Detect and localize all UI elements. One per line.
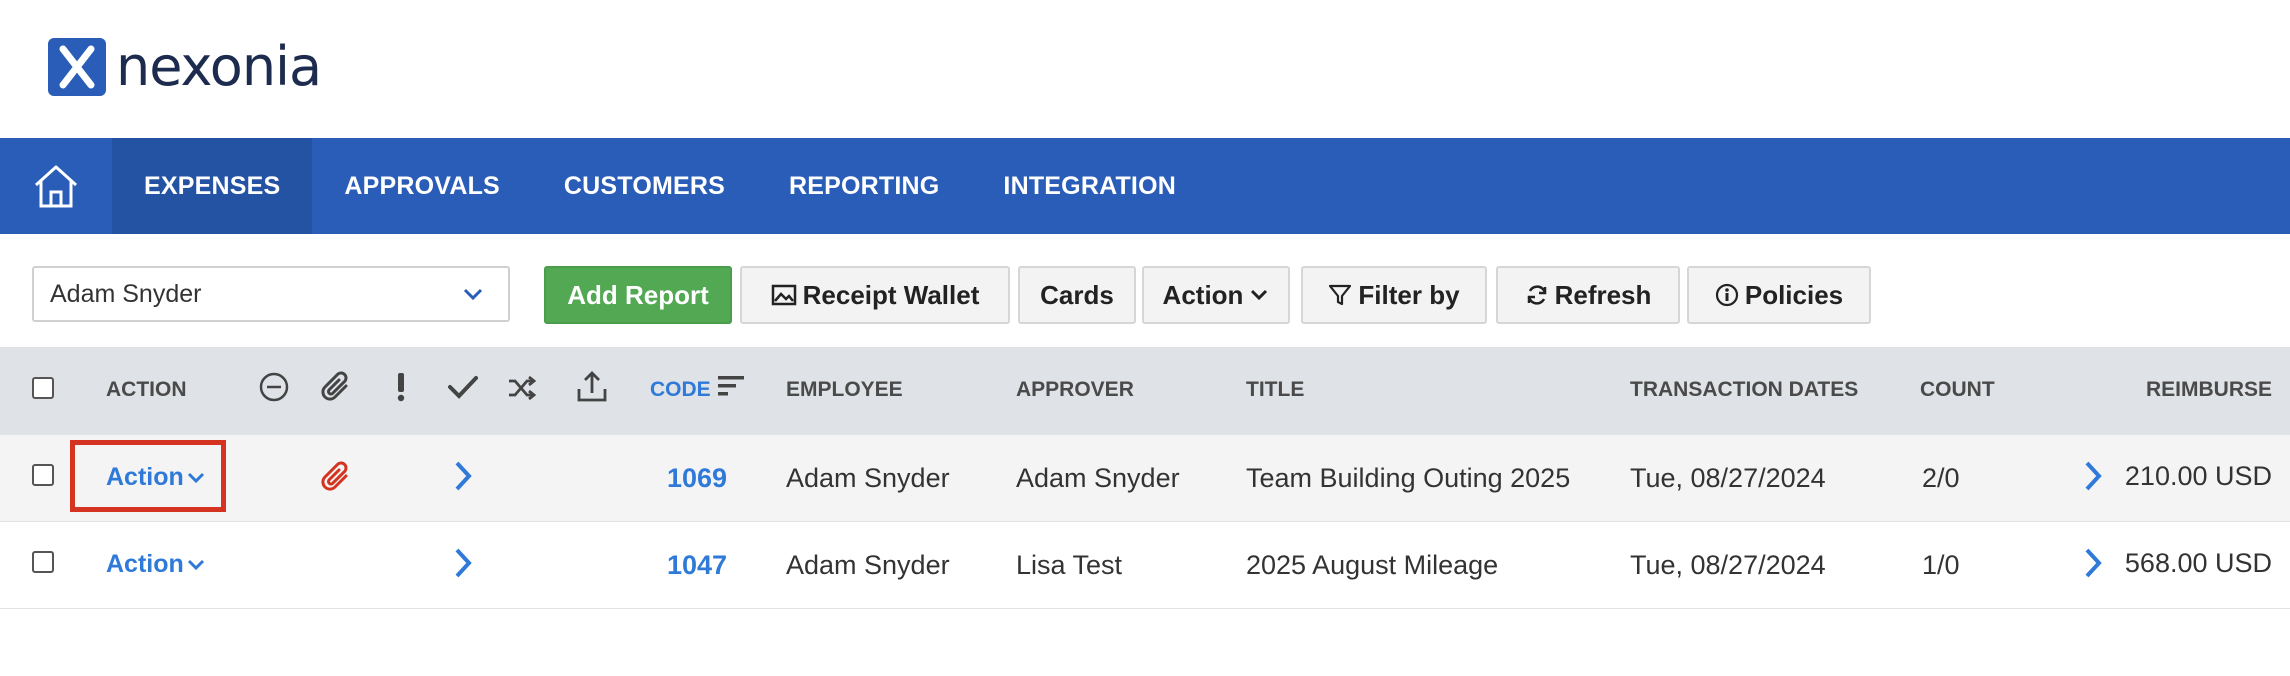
info-icon	[1715, 283, 1738, 307]
table-header: ACTION CODE EMPLOYEE APPROVER TITLE TRAN…	[0, 347, 2290, 436]
chevron-down-icon	[463, 288, 483, 301]
chevron-right-icon[interactable]	[452, 546, 474, 580]
toolbar: Adam Snyder Add Report Receipt Wallet Ca…	[0, 264, 2290, 326]
filter-icon	[1329, 284, 1352, 306]
policies-button[interactable]: Policies	[1687, 266, 1871, 324]
brand-name: nexonia	[116, 35, 322, 98]
shuffle-icon[interactable]	[507, 375, 537, 401]
row-action-label: Action	[106, 550, 184, 578]
highlight-box	[70, 440, 226, 512]
nav-reporting[interactable]: REPORTING	[757, 138, 971, 234]
row-transaction-dates: Tue, 08/27/2024	[1630, 550, 1826, 580]
row-reimburse: 568.00 USD	[2124, 548, 2272, 578]
row-checkbox[interactable]	[32, 551, 54, 573]
employee-select-value: Adam Snyder	[50, 279, 202, 308]
nav-customers[interactable]: CUSTOMERS	[532, 138, 757, 234]
chevron-down-icon	[1251, 289, 1268, 301]
filter-by-button[interactable]: Filter by	[1301, 266, 1487, 324]
refresh-button[interactable]: Refresh	[1496, 266, 1680, 324]
header-count[interactable]: COUNT	[1920, 378, 1995, 402]
home-icon	[34, 165, 78, 208]
employee-select[interactable]: Adam Snyder	[32, 266, 510, 322]
export-icon[interactable]	[576, 369, 608, 403]
filter-by-label: Filter by	[1358, 279, 1460, 310]
row-action-dropdown[interactable]: Action	[106, 550, 206, 579]
row-count: 1/0	[1922, 550, 1960, 580]
remove-circle-icon[interactable]	[258, 371, 290, 403]
refresh-icon	[1527, 285, 1546, 305]
policies-label: Policies	[1744, 279, 1844, 310]
paperclip-icon[interactable]	[318, 369, 354, 405]
cards-label: Cards	[1040, 279, 1114, 310]
row-employee: Adam Snyder	[786, 463, 950, 493]
table-row[interactable]: Action 1047 Adam Snyder Lisa Test 2025 A…	[0, 522, 2290, 609]
action-menu-button[interactable]: Action	[1142, 266, 1290, 324]
action-menu-label: Action	[1162, 279, 1244, 310]
chevron-down-icon	[187, 559, 204, 571]
attachment-paperclip-icon[interactable]	[318, 459, 354, 495]
row-count: 2/0	[1922, 463, 1960, 493]
home-button[interactable]	[0, 138, 112, 234]
logo-x-icon	[48, 38, 106, 96]
chevron-right-icon[interactable]	[2082, 459, 2104, 493]
nav-integration[interactable]: INTEGRATION	[971, 138, 1208, 234]
header-transaction-dates[interactable]: TRANSACTION DATES	[1630, 378, 1858, 402]
table-row[interactable]: Action 1069 Adam Snyder Adam Snyder Team…	[0, 435, 2290, 522]
receipt-wallet-button[interactable]: Receipt Wallet	[740, 266, 1010, 324]
cards-button[interactable]: Cards	[1018, 266, 1136, 324]
chevron-right-icon[interactable]	[452, 459, 474, 493]
row-transaction-dates: Tue, 08/27/2024	[1630, 463, 1826, 493]
row-approver: Lisa Test	[1016, 550, 1123, 580]
chevron-right-icon[interactable]	[2082, 546, 2104, 580]
refresh-label: Refresh	[1554, 279, 1652, 310]
row-code-link[interactable]: 1047	[667, 550, 727, 581]
header-action: ACTION	[106, 378, 187, 401]
row-checkbox[interactable]	[32, 464, 54, 486]
row-title: Team Building Outing 2025	[1246, 463, 1571, 493]
nav-expenses[interactable]: EXPENSES	[112, 138, 313, 234]
add-report-label: Add Report	[567, 279, 709, 310]
header-employee[interactable]: EMPLOYEE	[786, 378, 903, 402]
receipt-wallet-label: Receipt Wallet	[802, 279, 980, 310]
select-all-checkbox[interactable]	[32, 377, 54, 399]
header-title[interactable]: TITLE	[1246, 378, 1304, 402]
nexonia-logo[interactable]: nexonia	[48, 35, 322, 98]
sort-icon[interactable]	[716, 373, 746, 399]
header-approver[interactable]: APPROVER	[1016, 378, 1134, 402]
main-nav: EXPENSES APPROVALS CUSTOMERS REPORTING I…	[0, 138, 2290, 234]
exclamation-icon[interactable]	[394, 371, 408, 403]
row-title: 2025 August Mileage	[1246, 550, 1499, 580]
row-employee: Adam Snyder	[786, 550, 950, 580]
image-icon	[771, 284, 796, 306]
row-reimburse: 210.00 USD	[2124, 461, 2272, 491]
row-code-link[interactable]: 1069	[667, 463, 727, 494]
add-report-button[interactable]: Add Report	[544, 266, 732, 324]
header-reimburse[interactable]: REIMBURSE	[2146, 378, 2272, 402]
header-code[interactable]: CODE	[650, 378, 711, 402]
nav-approvals[interactable]: APPROVALS	[312, 138, 532, 234]
row-approver: Adam Snyder	[1016, 463, 1180, 493]
checkmark-icon[interactable]	[447, 373, 479, 401]
